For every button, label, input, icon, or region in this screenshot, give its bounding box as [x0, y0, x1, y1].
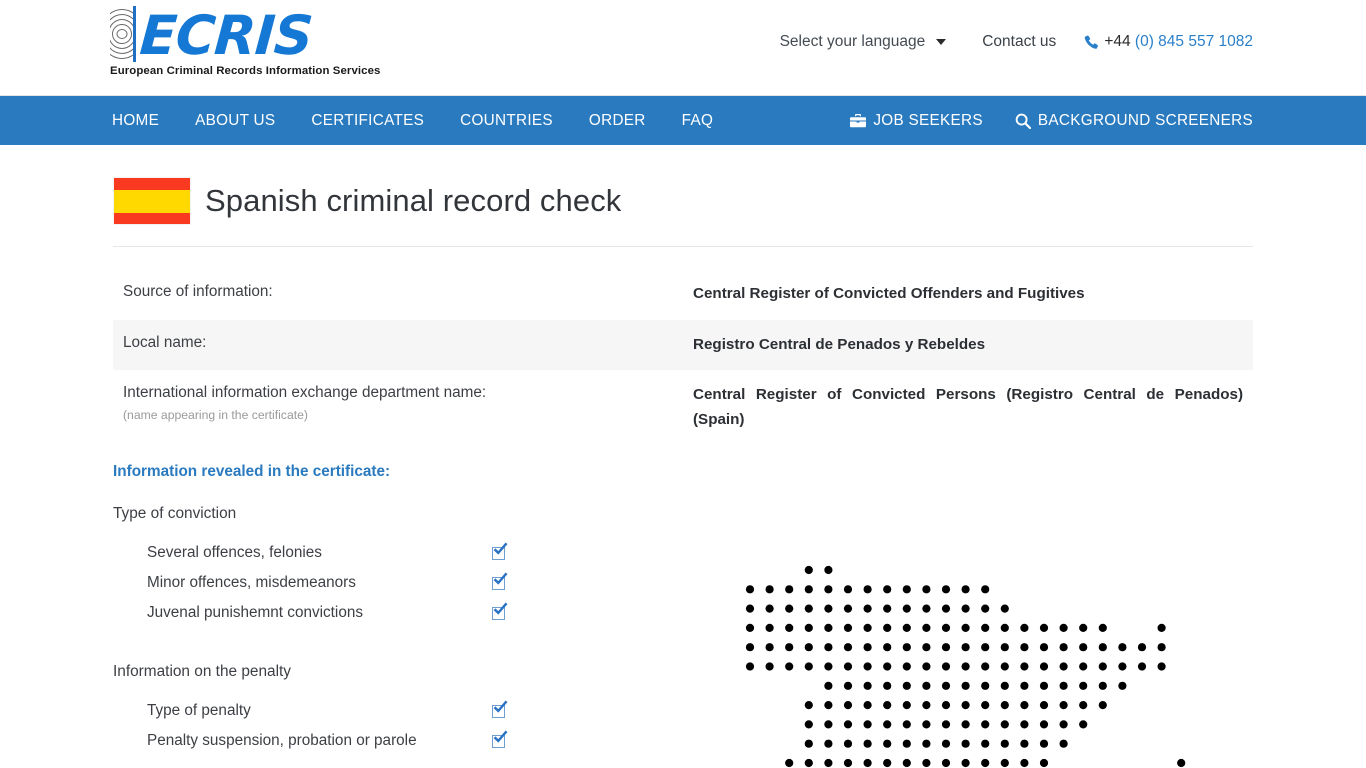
top-bar: ECRIS European Criminal Records Informat… [0, 0, 1366, 96]
spain-dot-map-svg [745, 565, 1186, 768]
checkbox-checked-icon[interactable] [492, 730, 508, 749]
nav-item-background-screeners-label: BACKGROUND SCREENERS [1037, 111, 1253, 129]
row-label-text: International information exchange depar… [123, 384, 487, 401]
nav-item-faq[interactable]: FAQ [682, 112, 714, 130]
main-navigation: HOME ABOUT US CERTIFICATES COUNTRIES ORD… [0, 96, 1366, 145]
page-title: Spanish criminal record check [205, 183, 622, 218]
nav-item-countries[interactable]: COUNTRIES [460, 112, 553, 130]
nav-item-job-seekers-label: JOB SEEKERS [873, 111, 983, 129]
secondary-nav-items: JOB SEEKERS BACKGROUND SCREENERS [850, 96, 1253, 145]
fingerprint-icon [110, 6, 136, 62]
primary-nav-items: HOME ABOUT US CERTIFICATES COUNTRIES ORD… [112, 96, 749, 145]
table-row: International information exchange depar… [113, 370, 1253, 445]
phone-icon [1084, 34, 1099, 50]
list-item: Type of penalty [113, 696, 543, 726]
row-label-text: Source of information: [123, 283, 273, 300]
flag-stripe-top [114, 178, 190, 190]
nav-item-certificates[interactable]: CERTIFICATES [311, 112, 424, 130]
list-item: Penalty suspension, probation or parole [113, 726, 543, 756]
logo-wordmark: ECRIS [137, 4, 315, 67]
certificate-information: Information revealed in the certificate:… [113, 463, 543, 756]
checkbox-checked-icon[interactable] [492, 542, 508, 561]
row-value: Registro Central de Penados y Rebeldes [693, 335, 986, 353]
checkbox-checked-icon[interactable] [492, 602, 508, 621]
row-label-text: Local name: [123, 333, 207, 351]
page-header: Spanish criminal record check [113, 145, 1253, 247]
checkbox-checked-icon[interactable] [492, 572, 508, 591]
contact-us-link[interactable]: Contact us [982, 33, 1056, 51]
nav-item-home[interactable]: HOME [112, 112, 159, 130]
top-utility-links: Select your language Contact us +44 (0) … [780, 33, 1253, 51]
briefcase-icon [850, 113, 867, 128]
list-item: Minor offences, misdemeanors [113, 568, 543, 598]
flag-stripe-middle [114, 189, 190, 213]
check-mark-icon [493, 730, 508, 743]
logo-mark-row: ECRIS [110, 4, 410, 67]
nav-item-job-seekers[interactable]: JOB SEEKERS [850, 112, 983, 130]
row-label: International information exchange depar… [123, 383, 693, 423]
information-table: Source of information: Central Register … [113, 269, 1253, 445]
row-label: Source of information: [123, 282, 693, 302]
check-mark-icon [493, 700, 508, 713]
row-label: Local name: [123, 333, 693, 353]
spain-flag-icon [113, 177, 191, 225]
phone-country-code: +44 [1104, 33, 1131, 50]
table-row: Source of information: Central Register … [113, 269, 1253, 320]
table-row: Local name: Registro Central de Penados … [113, 319, 1253, 370]
phone-number: (0) 845 557 1082 [1134, 33, 1253, 50]
group-title-information-on-the-penalty: Information on the penalty [113, 663, 291, 680]
check-item-label: Juvenal punishemnt convictions [147, 604, 363, 621]
language-selector-label: Select your language [779, 33, 926, 50]
row-label-subtext: (name appearing in the certificate) [123, 408, 308, 422]
flag-stripe-bottom [114, 212, 190, 224]
phone-link[interactable]: +44 (0) 845 557 1082 [1084, 33, 1253, 51]
nav-item-about-us[interactable]: ABOUT US [195, 112, 275, 130]
language-selector[interactable]: Select your language [780, 33, 947, 51]
search-icon [1015, 113, 1031, 129]
group-title-type-of-conviction: Type of conviction [113, 505, 237, 522]
site-logo[interactable]: ECRIS European Criminal Records Informat… [110, 4, 410, 86]
check-item-label: Several offences, felonies [147, 544, 322, 561]
check-item-label: Type of penalty [147, 702, 251, 719]
row-value: Central Register of Convicted Offenders … [693, 285, 1085, 302]
check-mark-icon [493, 572, 508, 585]
nav-item-order[interactable]: ORDER [589, 112, 646, 130]
certificate-heading: Information revealed in the certificate: [113, 463, 391, 480]
nav-item-background-screeners[interactable]: BACKGROUND SCREENERS [1015, 112, 1253, 130]
spain-dot-map [740, 553, 1240, 768]
check-mark-icon [493, 602, 508, 615]
checkbox-checked-icon[interactable] [492, 700, 508, 719]
list-item: Juvenal punishemnt convictions [113, 598, 543, 628]
check-item-label: Penalty suspension, probation or parole [147, 732, 417, 749]
check-mark-icon [493, 542, 508, 555]
row-value: Central Register of Convicted Persons (R… [693, 386, 1243, 428]
chevron-down-icon [936, 39, 947, 45]
list-item: Several offences, felonies [113, 538, 543, 568]
check-item-label: Minor offences, misdemeanors [147, 574, 356, 591]
